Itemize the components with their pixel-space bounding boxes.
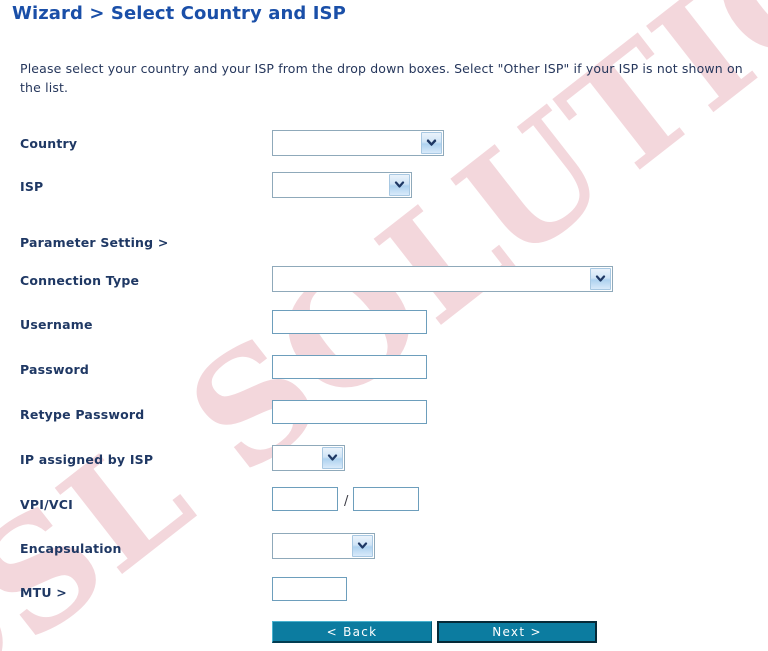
vpi-vci-separator: / (344, 494, 349, 509)
ip-assigned-by-isp-select[interactable] (272, 445, 345, 471)
label-isp: ISP (20, 179, 44, 194)
label-ip-assigned-by-isp: IP assigned by ISP (20, 452, 154, 467)
mtu-input[interactable] (272, 577, 347, 601)
chevron-down-icon[interactable] (322, 447, 343, 469)
connection-type-select[interactable] (272, 266, 613, 292)
page-title: Wizard > Select Country and ISP (12, 3, 346, 24)
chevron-down-icon[interactable] (590, 268, 611, 290)
label-encapsulation: Encapsulation (20, 541, 122, 556)
username-input[interactable] (272, 310, 427, 334)
label-mtu: MTU > (20, 585, 67, 600)
chevron-down-icon[interactable] (421, 132, 442, 154)
connection-type-select-value (274, 268, 590, 290)
ip-assigned-by-isp-select-value (274, 447, 322, 469)
encapsulation-select[interactable] (272, 533, 375, 559)
label-country: Country (20, 136, 78, 151)
intro-text: Please select your country and your ISP … (20, 61, 743, 95)
retype-password-input[interactable] (272, 400, 427, 424)
chevron-down-icon[interactable] (352, 535, 373, 557)
country-select[interactable] (272, 130, 444, 156)
password-input[interactable] (272, 355, 427, 379)
chevron-down-icon[interactable] (389, 174, 410, 196)
label-vpi-vci: VPI/VCI (20, 497, 73, 512)
encapsulation-select-value (274, 535, 352, 557)
section-parameter-setting: Parameter Setting > (20, 235, 169, 250)
isp-select-value (274, 174, 389, 196)
vci-input[interactable] (353, 487, 419, 511)
wizard-page: Wizard > Select Country and ISP Please s… (0, 0, 768, 651)
label-password: Password (20, 362, 89, 377)
label-retype-password: Retype Password (20, 407, 145, 422)
label-connection-type: Connection Type (20, 273, 140, 288)
vpi-input[interactable] (272, 487, 338, 511)
back-button[interactable]: < Back (272, 621, 432, 643)
next-button[interactable]: Next > (437, 621, 597, 643)
label-username: Username (20, 317, 93, 332)
country-select-value (274, 132, 421, 154)
isp-select[interactable] (272, 172, 412, 198)
